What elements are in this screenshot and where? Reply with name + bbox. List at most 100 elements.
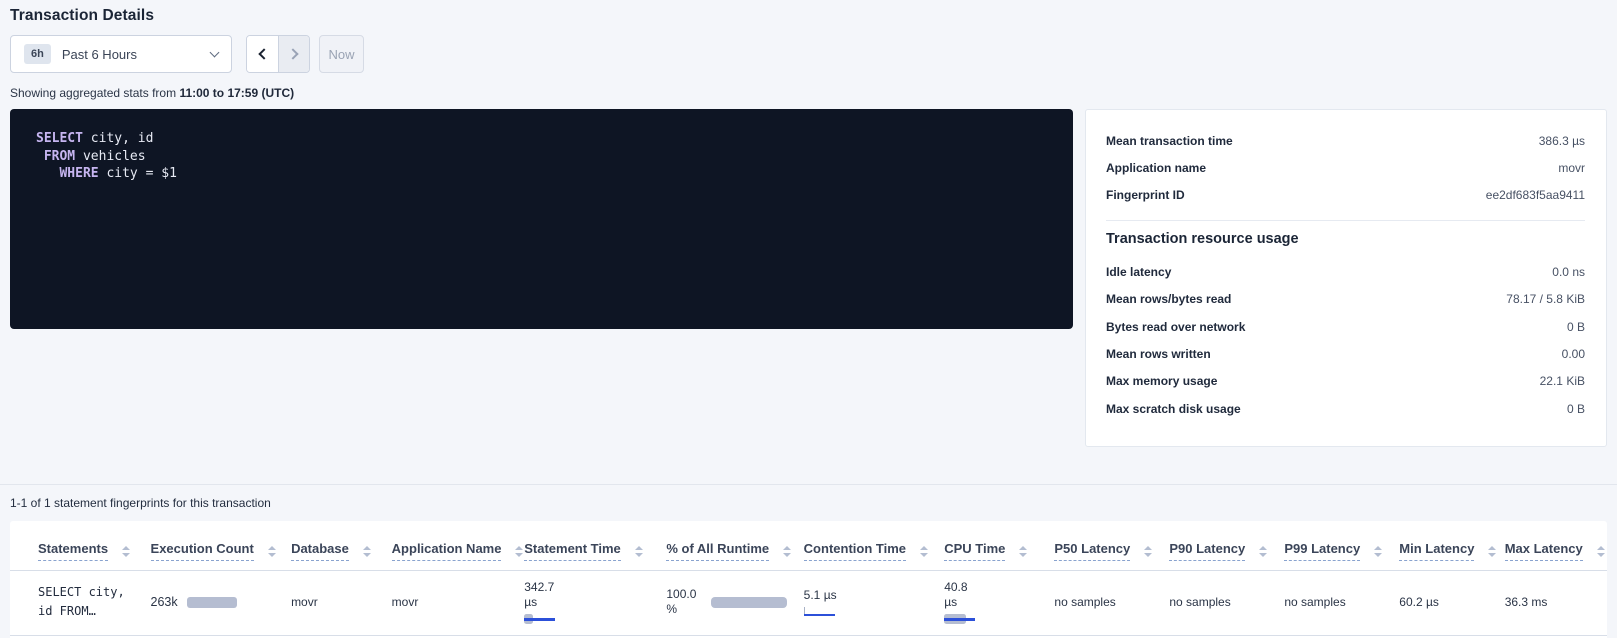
column-header-database[interactable]: Database [291,525,392,571]
sort-icon[interactable] [1488,546,1496,557]
section-divider [0,484,1617,485]
sort-icon[interactable] [363,546,371,557]
summary-row: Fingerprint ID ee2df683f5aa9411 [1106,182,1585,209]
stats-line-prefix: Showing aggregated stats from [10,86,179,100]
summary-value: ee2df683f5aa9411 [1486,188,1585,202]
column-header-p99-latency[interactable]: P99 Latency [1284,525,1399,571]
summary-label: Mean rows written [1106,347,1211,361]
column-label: Database [291,541,349,561]
summary-row: Max memory usage 22.1 KiB [1106,368,1585,395]
column-label: P99 Latency [1284,541,1360,561]
column-header-execution-count[interactable]: Execution Count [151,525,292,571]
summary-row: Mean rows/bytes read 78.17 / 5.8 KiB [1106,286,1585,313]
chevron-down-icon [210,47,220,57]
transaction-details-page: Transaction Details 6h Past 6 Hours Now … [0,0,1617,638]
sort-icon[interactable] [635,546,643,557]
resource-usage-heading: Transaction resource usage [1106,231,1585,247]
time-range-dropdown[interactable]: 6h Past 6 Hours [10,35,232,73]
execution-count-cell: 263k [151,595,286,609]
database-cell: movr [291,571,392,636]
main-content: SELECT city, id FROM vehicles WHERE city… [10,109,1607,447]
column-label: Min Latency [1399,541,1474,561]
column-header-of-all-runtime[interactable]: % of All Runtime [666,525,803,571]
now-button[interactable]: Now [319,35,364,73]
statement-time-unit: µs [524,595,660,610]
sort-icon[interactable] [515,546,523,557]
sort-icon[interactable] [268,546,276,557]
column-label: Application Name [392,541,502,561]
sort-icon[interactable] [122,546,130,557]
transaction-summary-panel: Mean transaction time 386.3 µs Application… [1085,109,1607,447]
time-controls: 6h Past 6 Hours Now [10,35,1607,73]
contention-time-value: 5.1 µs [804,588,939,603]
sort-icon[interactable] [1259,546,1267,557]
pct-runtime-unit: % [666,602,696,617]
p50-latency-cell: no samples [1054,571,1169,636]
summary-label: Bytes read over network [1106,320,1245,334]
column-label: Contention Time [804,541,906,561]
column-header-application-name[interactable]: Application Name [392,525,525,571]
summary-label: Max scratch disk usage [1106,402,1241,416]
summary-row: Bytes read over network 0 B [1106,313,1585,340]
summary-label: Mean transaction time [1106,134,1233,148]
column-header-p90-latency[interactable]: P90 Latency [1169,525,1284,571]
column-header-min-latency[interactable]: Min Latency [1399,525,1504,571]
stats-line-range: 11:00 to 17:59 (UTC) [179,86,294,100]
column-header-p50-latency[interactable]: P50 Latency [1054,525,1169,571]
sort-icon[interactable] [1597,546,1605,557]
aggregated-stats-line: Showing aggregated stats from 11:00 to 1… [10,86,1607,100]
sort-icon[interactable] [920,546,928,557]
statement-time-value: 342.7 [524,580,660,595]
statements-table-caption: 1-1 of 1 statement fingerprints for this… [10,496,1607,510]
summary-label: Idle latency [1106,265,1171,279]
summary-value: 0.0 ns [1552,265,1585,279]
time-range-label: Past 6 Hours [62,47,137,62]
resource-usage-rows: Idle latency 0.0 ns Mean rows/bytes read 78… [1106,258,1585,422]
summary-row: Mean transaction time 386.3 µs [1106,127,1585,154]
sql-line: SELECT city, id [36,130,1047,148]
summary-value: 0 B [1567,320,1585,334]
prev-time-button[interactable] [247,36,278,72]
chevron-left-icon [258,48,269,59]
summary-label: Fingerprint ID [1106,188,1185,202]
column-label: Statements [38,541,108,561]
sql-line: WHERE city = $1 [36,165,1047,183]
sql-code: SELECT city, id FROM vehicles WHERE city… [36,130,1047,183]
summary-row: Application namemovr [1106,154,1585,181]
summary-main-rows: Mean transaction time 386.3 µs Application… [1106,127,1585,209]
application-name-cell: movr [392,571,525,636]
column-label: P90 Latency [1169,541,1245,561]
column-header-max-latency[interactable]: Max Latency [1505,525,1607,571]
summary-label: Application name [1106,161,1206,175]
sql-line: FROM vehicles [36,148,1047,166]
sql-statement-box: SELECT city, id FROM vehicles WHERE city… [10,109,1073,329]
summary-row: Mean rows written0.00 [1106,340,1585,367]
statements-table-header-row: Statements Execution CountDatabase Applica… [10,525,1607,571]
column-header-contention-time[interactable]: Contention Time [804,525,945,571]
cpu-time-value: 40.8 [944,580,1048,595]
sort-icon[interactable] [783,546,791,557]
summary-label: Mean rows/bytes read [1106,292,1231,306]
sort-icon[interactable] [1019,546,1027,557]
next-time-button[interactable] [278,36,309,72]
summary-row: Max scratch disk usage 0 B [1106,395,1585,422]
execution-count-bar [187,597,237,608]
summary-value: 386.3 µs [1539,134,1585,148]
column-header-statement-time[interactable]: Statement Time [524,525,666,571]
sort-icon[interactable] [1144,546,1152,557]
summary-value: 78.17 / 5.8 KiB [1506,292,1585,306]
summary-row: Idle latency 0.0 ns [1106,258,1585,285]
summary-label: Max memory usage [1106,374,1217,388]
contention-time-cell: 5.1 µs [804,588,939,616]
sort-icon[interactable] [1374,546,1382,557]
statement-link[interactable]: SELECT city, id FROM… [38,583,145,621]
cpu-time-bar [944,614,984,624]
summary-value: 22.1 KiB [1540,374,1585,388]
page-title: Transaction Details [10,0,1607,25]
p99-latency-cell: no samples [1284,571,1399,636]
column-header-cpu-time[interactable]: CPU Time [944,525,1054,571]
statement-time-bar [524,614,564,624]
summary-value: 0 B [1567,402,1585,416]
column-header-statements[interactable]: Statements [10,525,151,571]
cpu-time-cell: 40.8 µs [944,580,1048,624]
